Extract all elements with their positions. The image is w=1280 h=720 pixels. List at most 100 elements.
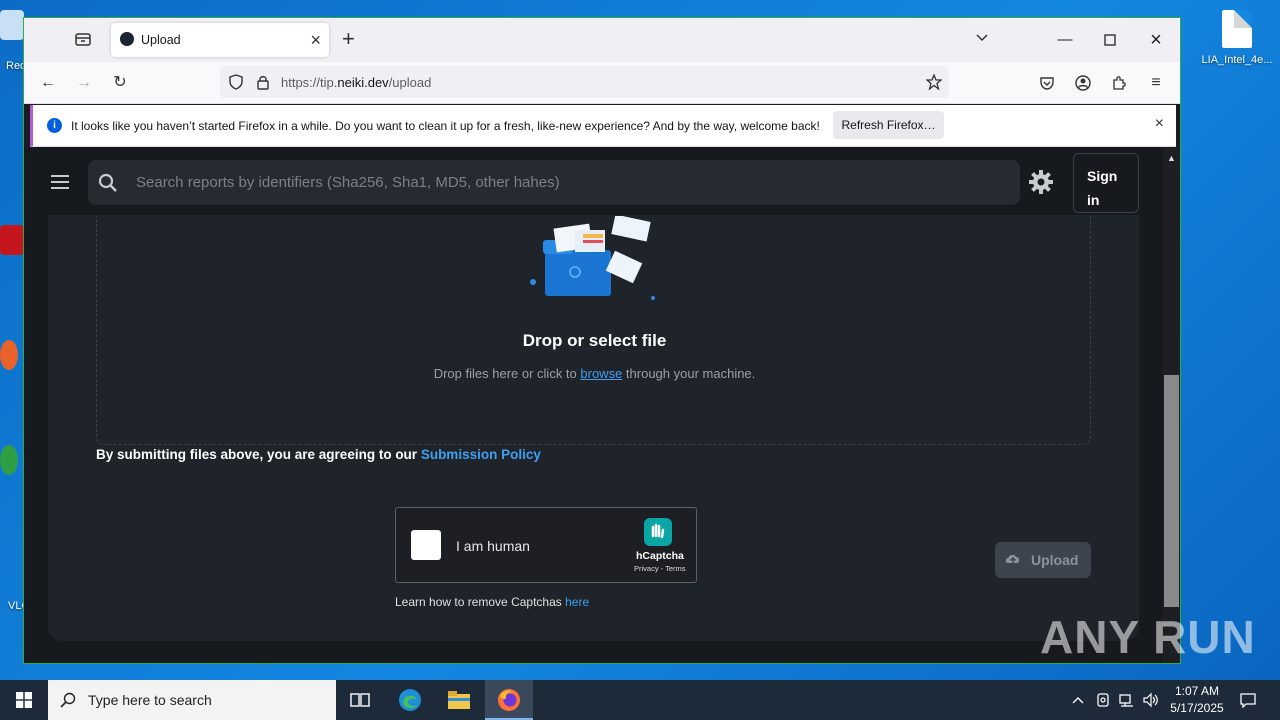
drop-sub-before: Drop files here or click to	[433, 366, 581, 381]
tab-list-button[interactable]	[74, 30, 94, 50]
browse-link[interactable]: browse	[580, 366, 622, 381]
desktop-file-icon[interactable]: LIA_Intel_4e...	[1198, 10, 1276, 66]
edge-icon	[399, 689, 421, 711]
learn-here-link[interactable]: here	[565, 595, 589, 609]
desktop-app-stub-chrome[interactable]	[0, 445, 18, 475]
navigation-bar: ← → ↻ https://tip.neiki.dev/upload ≡	[24, 62, 1180, 104]
tab-overflow-chevron-icon[interactable]	[974, 29, 990, 50]
firefox-window: Upload × + — × ← → ↻ https://tip.neiki.d…	[24, 18, 1180, 663]
chevron-up-icon[interactable]	[1071, 694, 1085, 706]
edge-taskbar-button[interactable]	[386, 680, 434, 720]
forward-arrow-icon[interactable]: →	[73, 72, 95, 94]
windows-taskbar: Type here to search 1:07 AM 5/17/2025	[0, 680, 1280, 720]
drop-subtitle: Drop files here or click to browse throu…	[97, 366, 1092, 381]
url-domain: neiki.dev	[337, 75, 389, 90]
sign-in-line1: Sign	[1087, 168, 1118, 184]
notification-text: It looks like you haven’t started Firefo…	[71, 119, 820, 133]
firefox-refresh-notification: i It looks like you haven’t started Fire…	[30, 105, 1176, 147]
device-icon[interactable]	[1095, 692, 1111, 708]
new-tab-button[interactable]: +	[342, 27, 355, 51]
url-prefix: https://tip.	[281, 75, 338, 90]
notification-close-icon[interactable]: ×	[1155, 115, 1164, 133]
url-bar[interactable]: https://tip.neiki.dev/upload	[220, 66, 949, 98]
tab-close-icon[interactable]: ×	[310, 30, 321, 50]
volume-icon[interactable]	[1143, 692, 1159, 708]
lock-icon	[257, 76, 269, 90]
desktop-file-label: LIA_Intel_4e...	[1201, 54, 1273, 66]
folder-icon	[448, 691, 470, 709]
windows-logo-icon	[16, 692, 32, 708]
taskbar-search-box[interactable]: Type here to search	[48, 680, 336, 720]
search-icon	[60, 692, 76, 708]
clock-time: 1:07 AM	[1174, 684, 1220, 698]
anyrun-watermark: ANY RUN	[1040, 611, 1256, 663]
gear-icon[interactable]	[1028, 169, 1054, 195]
scroll-up-arrow-icon[interactable]: ▲	[1167, 153, 1176, 163]
policy-text: By submitting files above, you are agree…	[96, 447, 421, 462]
captcha-privacy-terms[interactable]: Privacy - Terms	[634, 564, 686, 573]
scrollbar-thumb[interactable]	[1164, 375, 1179, 607]
captcha-brand: hCaptcha	[636, 550, 684, 562]
firefox-icon	[498, 689, 520, 711]
close-window-button[interactable]: ×	[1144, 28, 1168, 52]
learn-captcha-text: Learn how to remove Captchas here	[395, 595, 589, 609]
sign-in-button[interactable]: Sign in	[1073, 153, 1139, 213]
file-icon	[1222, 10, 1252, 48]
page-content: Drop or select file Drop files here or c…	[24, 147, 1180, 663]
sign-in-line2: in	[1087, 192, 1100, 208]
maximize-icon	[1104, 34, 1116, 46]
refresh-firefox-button[interactable]: Refresh Firefox…	[833, 111, 944, 139]
maximize-button[interactable]	[1098, 28, 1122, 52]
info-icon: i	[47, 118, 62, 133]
taskbar-search-placeholder: Type here to search	[88, 692, 212, 708]
tab-bar: Upload × + — ×	[24, 18, 1180, 62]
hamburger-menu-icon[interactable]	[51, 175, 69, 193]
url-text[interactable]: https://tip.neiki.dev/upload	[281, 75, 431, 90]
submission-policy-notice: By submitting files above, you are agree…	[96, 447, 541, 462]
network-icon[interactable]	[1119, 692, 1135, 708]
url-path: /upload	[388, 75, 432, 90]
desktop-label-rec: Rec	[6, 60, 26, 72]
firefox-taskbar-button[interactable]	[485, 680, 533, 720]
site-header: Search reports by identifiers (Sha256, S…	[24, 147, 1163, 215]
app-menu-icon[interactable]: ≡	[1145, 72, 1167, 94]
report-search-input[interactable]: Search reports by identifiers (Sha256, S…	[88, 160, 1020, 205]
notification-center-icon[interactable]	[1240, 692, 1256, 708]
search-placeholder: Search reports by identifiers (Sha256, S…	[136, 174, 560, 191]
upload-label: Upload	[1031, 552, 1079, 568]
tab-upload[interactable]: Upload ×	[111, 23, 329, 57]
search-icon	[98, 173, 117, 192]
captcha-checkbox[interactable]	[411, 530, 441, 560]
cloud-upload-icon	[1005, 554, 1020, 563]
reload-icon[interactable]: ↻	[109, 72, 131, 94]
drop-title: Drop or select file	[522, 331, 667, 350]
minimize-button[interactable]: —	[1053, 28, 1077, 52]
back-arrow-icon[interactable]: ←	[37, 72, 59, 94]
pocket-icon[interactable]	[1039, 75, 1055, 91]
bookmark-star-icon	[926, 74, 942, 90]
drop-sub-after: through your machine.	[622, 366, 756, 381]
submission-policy-link[interactable]: Submission Policy	[421, 447, 541, 462]
desktop-recycle-bin-stub[interactable]	[0, 10, 24, 40]
hcaptcha-logo-icon	[644, 518, 672, 546]
file-explorer-taskbar-button[interactable]	[435, 680, 483, 720]
taskbar-clock[interactable]: 1:07 AM 5/17/2025	[1162, 683, 1232, 717]
tracking-shield-icon	[229, 74, 243, 90]
task-view-button[interactable]	[336, 680, 384, 720]
tab-title: Upload	[141, 33, 181, 47]
upload-card: Drop or select file Drop files here or c…	[48, 193, 1139, 641]
task-view-icon	[350, 693, 370, 707]
file-drop-zone[interactable]: Drop or select file Drop files here or c…	[96, 216, 1091, 445]
captcha-label: I am human	[456, 538, 530, 554]
desktop-app-stub-orange[interactable]	[0, 340, 18, 370]
hcaptcha-widget: I am human hCaptcha Privacy - Terms	[395, 507, 697, 583]
extensions-icon[interactable]	[1111, 75, 1127, 91]
folder-illustration-icon	[530, 216, 655, 300]
account-icon[interactable]	[1075, 75, 1091, 91]
upload-button[interactable]: Upload	[995, 542, 1091, 578]
start-button[interactable]	[0, 680, 48, 720]
desktop-app-stub-red[interactable]	[0, 225, 24, 255]
clock-date: 5/17/2025	[1170, 701, 1224, 715]
learn-text: Learn how to remove Captchas	[395, 595, 566, 609]
tab-list-icon	[75, 33, 91, 46]
